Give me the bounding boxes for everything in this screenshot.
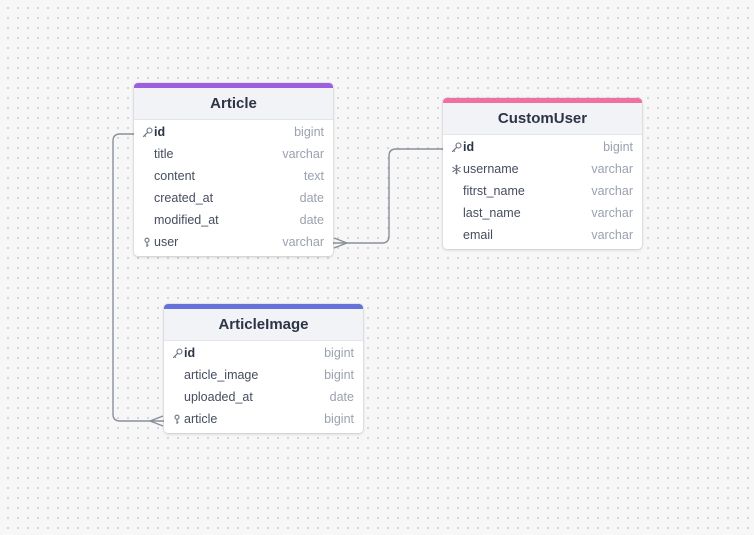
field-row-title[interactable]: title varchar	[134, 143, 333, 165]
field-type: varchar	[591, 206, 633, 220]
relation-line	[333, 148, 443, 244]
field-name: title	[154, 147, 174, 161]
foreign-key-icon	[172, 413, 184, 425]
field-row-last-name[interactable]: last_name varchar	[443, 202, 642, 224]
unique-icon	[451, 163, 463, 175]
field-row-article[interactable]: article bigint	[164, 408, 363, 430]
field-type: varchar	[282, 147, 324, 161]
field-name: id	[184, 346, 196, 360]
field-type: varchar	[282, 235, 324, 249]
field-row-id[interactable]: id bigint	[164, 342, 363, 364]
key-icon	[172, 347, 184, 359]
field-list: id bigint title varchar content text cre…	[134, 120, 333, 256]
blank-icon	[451, 185, 463, 197]
key-icon	[451, 141, 463, 153]
field-type: bigint	[324, 368, 354, 382]
field-type: varchar	[591, 228, 633, 242]
blank-icon	[451, 207, 463, 219]
field-type: bigint	[294, 125, 324, 139]
field-row-id[interactable]: id bigint	[134, 121, 333, 143]
field-name: fitrst_name	[463, 184, 525, 198]
field-name: last_name	[463, 206, 521, 220]
relation-lines	[112, 133, 443, 427]
field-list: id bigint article_image bigint uploaded_…	[164, 341, 363, 433]
blank-icon	[172, 391, 184, 403]
blank-icon	[142, 214, 154, 226]
field-name: id	[463, 140, 475, 154]
field-type: varchar	[591, 184, 633, 198]
blank-icon	[172, 369, 184, 381]
field-type: bigint	[603, 140, 633, 154]
field-type: date	[299, 213, 324, 227]
field-name: created_at	[154, 191, 214, 205]
field-row-email[interactable]: email varchar	[443, 224, 642, 246]
blank-icon	[142, 170, 154, 182]
field-name: username	[463, 162, 519, 176]
table-article[interactable]: Article id bigint title varchar content …	[134, 83, 333, 256]
blank-icon	[142, 148, 154, 160]
diagram-canvas[interactable]: Article id bigint title varchar content …	[0, 0, 754, 535]
field-row-fitrst-name[interactable]: fitrst_name varchar	[443, 180, 642, 202]
foreign-key-icon	[142, 236, 154, 248]
field-name: article	[184, 412, 218, 426]
table-title[interactable]: Article	[134, 88, 333, 120]
field-type: bigint	[324, 412, 354, 426]
field-row-modified-at[interactable]: modified_at date	[134, 209, 333, 231]
table-articleimage[interactable]: ArticleImage id bigint article_image big…	[164, 304, 363, 433]
blank-icon	[142, 192, 154, 204]
field-row-uploaded-at[interactable]: uploaded_at date	[164, 386, 363, 408]
relation-customuser-article[interactable]	[333, 148, 443, 249]
field-name: id	[154, 125, 166, 139]
table-title[interactable]: CustomUser	[443, 103, 642, 135]
key-icon	[142, 126, 154, 138]
field-row-username[interactable]: username varchar	[443, 158, 642, 180]
field-type: date	[299, 191, 324, 205]
field-row-id[interactable]: id bigint	[443, 136, 642, 158]
field-name: user	[154, 235, 179, 249]
field-name: article_image	[184, 368, 259, 382]
blank-icon	[451, 229, 463, 241]
field-row-article-image[interactable]: article_image bigint	[164, 364, 363, 386]
field-name: uploaded_at	[184, 390, 253, 404]
field-type: date	[329, 390, 354, 404]
field-list: id bigint username varchar fitrst_name v…	[443, 135, 642, 249]
field-name: content	[154, 169, 196, 183]
table-customuser[interactable]: CustomUser id bigint username varchar fi…	[443, 98, 642, 249]
field-row-content[interactable]: content text	[134, 165, 333, 187]
field-name: modified_at	[154, 213, 219, 227]
field-type: varchar	[591, 162, 633, 176]
field-row-user[interactable]: user varchar	[134, 231, 333, 253]
field-row-created-at[interactable]: created_at date	[134, 187, 333, 209]
table-title[interactable]: ArticleImage	[164, 309, 363, 341]
field-name: email	[463, 228, 493, 242]
field-type: bigint	[324, 346, 354, 360]
crowsfoot-marker	[149, 415, 164, 427]
crowsfoot-marker	[333, 237, 348, 249]
field-type: text	[303, 169, 324, 183]
